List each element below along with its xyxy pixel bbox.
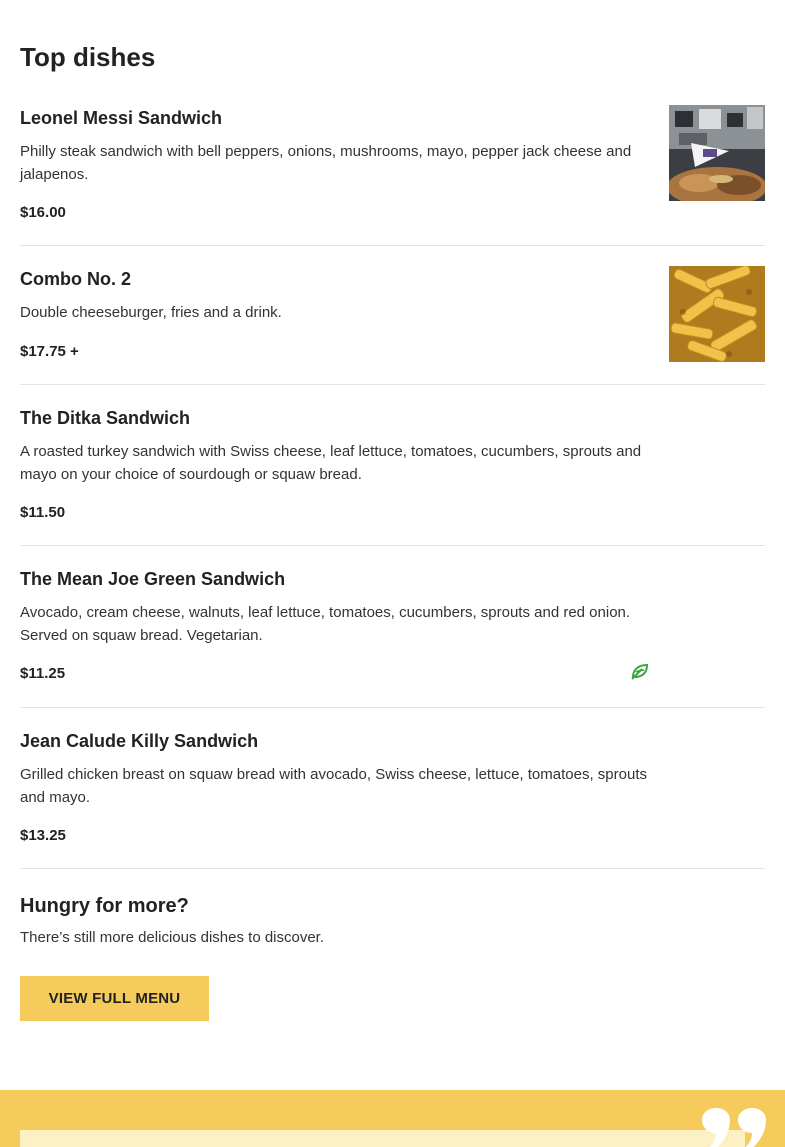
- menu-list: Leonel Messi Sandwich Philly steak sandw…: [20, 95, 765, 869]
- dish-description: Double cheeseburger, fries and a drink.: [20, 304, 282, 321]
- view-full-menu-button[interactable]: VIEW FULL MENU: [20, 976, 209, 1021]
- dish-name[interactable]: The Ditka Sandwich: [20, 406, 190, 430]
- more-text: There’s still more delicious dishes to d…: [20, 929, 325, 946]
- dish-thumbnail[interactable]: [669, 266, 765, 362]
- dish-description: A roasted turkey sandwich with Swiss che…: [20, 443, 642, 483]
- testimonial-card: [20, 1130, 745, 1147]
- fries-photo-image: [669, 266, 765, 362]
- dish-price: $13.25: [20, 827, 66, 844]
- testimonial-section: [0, 1090, 785, 1147]
- dish-name[interactable]: Leonel Messi Sandwich: [20, 106, 222, 130]
- dish-price: $11.25: [20, 665, 66, 682]
- menu-item[interactable]: The Mean Joe Green Sandwich Avocado, cre…: [20, 546, 765, 708]
- dish-price: $11.50: [20, 504, 66, 521]
- menu-item[interactable]: Combo No. 2 Double cheeseburger, fries a…: [20, 246, 765, 385]
- dish-name[interactable]: Combo No. 2: [20, 267, 131, 291]
- dish-name[interactable]: Jean Calude Killy Sandwich: [20, 729, 258, 753]
- menu-item[interactable]: Jean Calude Killy Sandwich Grilled chick…: [20, 708, 765, 869]
- dish-description: Philly steak sandwich with bell peppers,…: [20, 143, 632, 183]
- sandwich-photo-image: [669, 105, 765, 201]
- dish-price: $17.75 +: [20, 343, 79, 360]
- dish-thumbnail[interactable]: [669, 105, 765, 201]
- dish-price: $16.00: [20, 204, 66, 221]
- dish-description: Grilled chicken breast on squaw bread wi…: [20, 766, 647, 806]
- menu-item[interactable]: The Ditka Sandwich A roasted turkey sand…: [20, 385, 765, 546]
- section-title: Top dishes: [20, 42, 156, 72]
- dish-description: Avocado, cream cheese, walnuts, leaf let…: [20, 604, 631, 644]
- quote-icon: [702, 1108, 766, 1147]
- leaf-icon: [631, 663, 649, 680]
- dish-name[interactable]: The Mean Joe Green Sandwich: [20, 567, 285, 591]
- more-title: Hungry for more?: [20, 895, 189, 917]
- menu-item[interactable]: Leonel Messi Sandwich Philly steak sandw…: [20, 95, 765, 246]
